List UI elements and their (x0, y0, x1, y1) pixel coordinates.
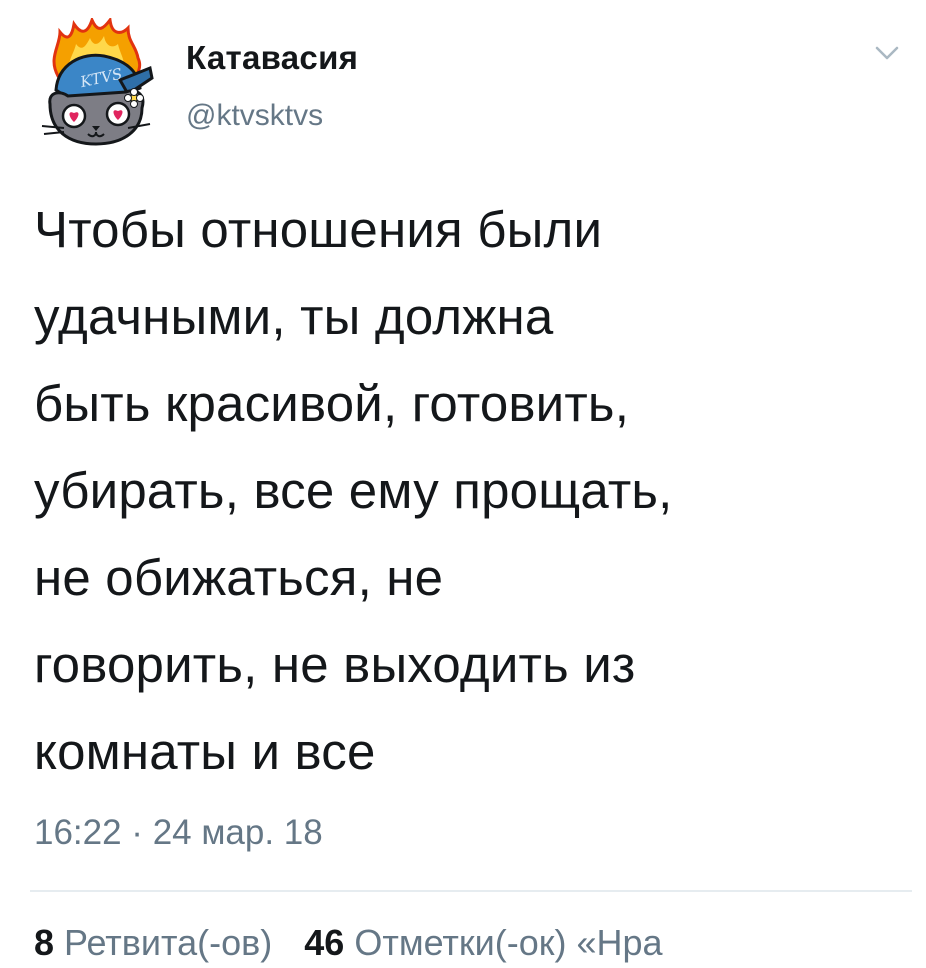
avatar[interactable]: KTVS (38, 15, 154, 150)
retweets-stat[interactable]: 8 Ретвита(-ов) (34, 922, 272, 963)
likes-label: Отметки(-ок) «Нра (354, 922, 663, 963)
tweet-timestamp[interactable]: 16:22 · 24 мар. 18 (34, 808, 323, 858)
divider (30, 890, 912, 892)
user-handle[interactable]: @ktvsktvs (186, 96, 358, 136)
chevron-down-icon[interactable] (874, 44, 900, 62)
author-info: Катавасия @ktvsktvs (186, 38, 358, 136)
retweets-count: 8 (34, 922, 55, 963)
tweet-card: KTVS Катавасия @ktvsktvs Чтобы отношения… (0, 0, 926, 963)
retweets-label: Ретвита(-ов) (64, 922, 273, 963)
likes-stat[interactable]: 46 Отметки(-ок) «Нра (304, 922, 662, 963)
tweet-stats: 8 Ретвита(-ов) 46 Отметки(-ок) «Нра (34, 918, 685, 968)
tweet-text: Чтобы отношения были удачными, ты должна… (34, 201, 673, 780)
likes-count: 46 (304, 922, 345, 963)
avatar-illustration: KTVS (41, 15, 154, 146)
display-name[interactable]: Катавасия (186, 38, 358, 78)
